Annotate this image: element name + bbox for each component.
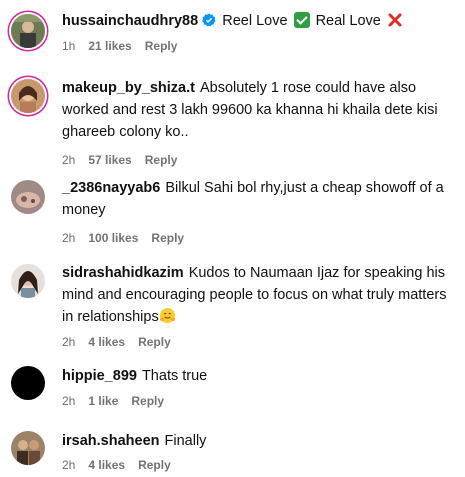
avatar[interactable] xyxy=(11,79,45,113)
comment-likes[interactable]: 4 likes xyxy=(88,335,125,349)
comment-time: 2h xyxy=(62,394,76,408)
reply-button[interactable]: Reply xyxy=(151,231,184,245)
comment-likes[interactable]: 100 likes xyxy=(88,231,138,245)
reply-button[interactable]: Reply xyxy=(138,335,171,349)
comment-likes[interactable]: 1 like xyxy=(88,394,118,408)
comment-username[interactable]: sidrashahidkazim xyxy=(62,265,184,281)
comment-text: Finally xyxy=(164,433,207,449)
reply-button[interactable]: Reply xyxy=(145,39,178,53)
check-mark-icon xyxy=(293,12,310,28)
verified-badge-icon xyxy=(202,13,216,27)
comment-username[interactable]: hippie_899 xyxy=(62,368,137,384)
comment-username[interactable]: _2386nayyab6 xyxy=(62,180,160,196)
avatar[interactable] xyxy=(11,431,45,465)
avatar[interactable] xyxy=(11,180,45,214)
comment-text: Thats true xyxy=(141,368,208,384)
avatar[interactable] xyxy=(11,366,45,400)
comment-text-real: Real Love xyxy=(315,13,381,29)
comment-time: 2h xyxy=(62,458,76,472)
comment-time: 1h xyxy=(62,39,76,53)
comment-likes[interactable]: 57 likes xyxy=(88,153,131,167)
hugging-face-icon xyxy=(159,307,175,324)
reply-button[interactable]: Reply xyxy=(138,458,171,472)
comment-time: 2h xyxy=(62,231,76,245)
comment-likes[interactable]: 21 likes xyxy=(88,39,131,53)
comment-time: 2h xyxy=(62,153,76,167)
comment-text-reel: Reel Love xyxy=(222,13,288,29)
comment-time: 2h xyxy=(62,335,76,349)
cross-mark-icon xyxy=(388,13,402,27)
avatar[interactable] xyxy=(11,14,45,48)
reply-button[interactable]: Reply xyxy=(145,153,178,167)
comment-username[interactable]: irsah.shaheen xyxy=(62,433,160,449)
comment-username[interactable]: makeup_by_shiza.t xyxy=(62,80,195,96)
avatar[interactable] xyxy=(11,264,45,298)
comment-likes[interactable]: 4 likes xyxy=(88,458,125,472)
reply-button[interactable]: Reply xyxy=(131,394,164,408)
comment-username[interactable]: hussainchaudhry88 xyxy=(62,13,198,29)
